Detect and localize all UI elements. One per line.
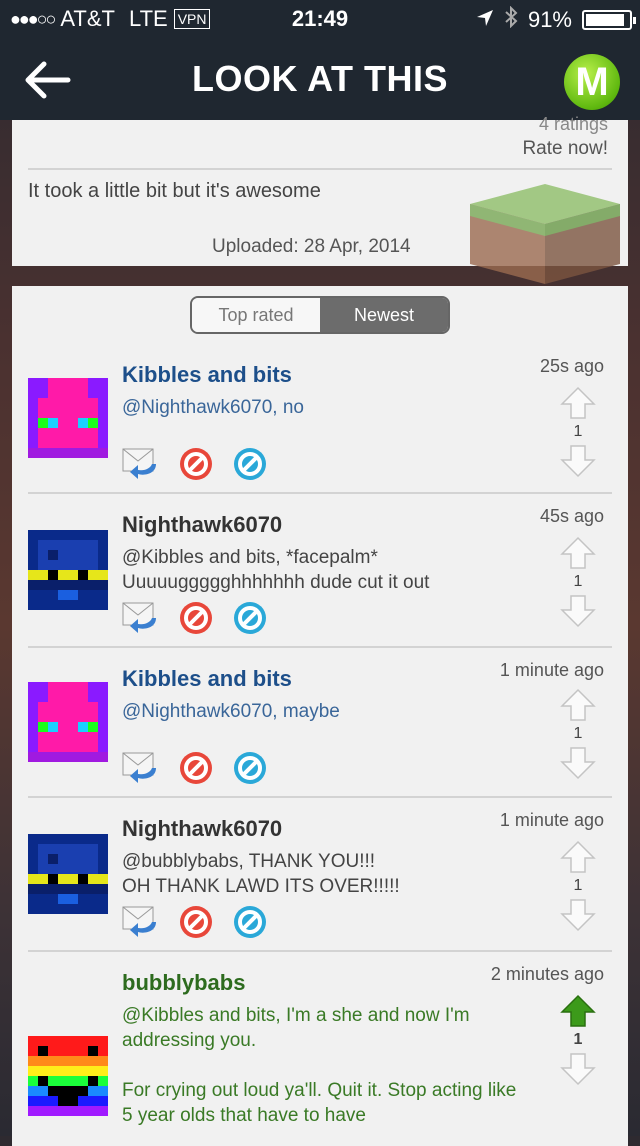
report-icon[interactable]	[178, 904, 214, 940]
vote-count: 1	[573, 725, 583, 742]
downvote-button[interactable]	[560, 746, 596, 780]
reply-icon[interactable]	[122, 750, 160, 786]
sort-tabs: Top rated Newest	[190, 296, 450, 334]
vote-control: 1	[558, 536, 598, 628]
avatar[interactable]	[28, 682, 108, 762]
comment-time: 45s ago	[539, 506, 604, 526]
bluetooth-icon	[504, 5, 518, 34]
downvote-button[interactable]	[560, 898, 596, 932]
comment-time: 25s ago	[539, 356, 604, 376]
divider	[28, 950, 612, 952]
reply-icon[interactable]	[122, 600, 160, 636]
report-icon[interactable]	[178, 446, 214, 482]
comment-time: 2 minutes ago	[490, 964, 604, 984]
avatar[interactable]	[28, 1036, 108, 1116]
comment-text: @Nighthawk6070, no	[122, 397, 304, 418]
battery-percent: 91%	[527, 7, 572, 32]
comment-actions	[122, 904, 268, 940]
upload-date: Uploaded: 28 Apr, 2014	[212, 236, 411, 257]
comment-text: @Kibbles and bits, *facepalm* Uuuuuggggg…	[122, 547, 430, 593]
divider	[28, 168, 612, 170]
block-icon[interactable]	[232, 750, 268, 786]
avatar[interactable]	[28, 378, 108, 458]
downvote-button[interactable]	[560, 594, 596, 628]
tab-top-rated[interactable]: Top rated	[192, 298, 320, 332]
comment-author[interactable]: Nighthawk6070	[122, 512, 282, 538]
comment-actions	[122, 600, 268, 636]
comment-text: @Nighthawk6070, maybe	[122, 701, 340, 722]
upvote-button[interactable]	[560, 994, 596, 1028]
vote-control: 1	[558, 386, 598, 478]
avatar[interactable]	[28, 834, 108, 914]
vote-control: 1	[558, 840, 598, 932]
comment-text: @Kibbles and bits, I'm a she and now I'm…	[122, 1005, 517, 1126]
upvote-button[interactable]	[560, 536, 596, 570]
grass-block-thumbnail	[470, 184, 620, 284]
divider	[28, 492, 612, 494]
vote-count: 1	[573, 573, 583, 590]
comment-author[interactable]: Kibbles and bits	[122, 362, 292, 388]
upvote-button[interactable]	[560, 386, 596, 420]
vote-control: 1	[558, 688, 598, 780]
ratings-count: 4 ratings	[538, 114, 608, 134]
comment-time: 1 minute ago	[499, 660, 604, 680]
top-bar: ●●●○○ AT&T LTE VPN 21:49 91% LOOK AT THI…	[0, 0, 640, 120]
vote-count: 1	[573, 877, 583, 894]
location-icon	[476, 7, 494, 33]
vote-control: 1	[558, 994, 598, 1086]
battery-icon	[582, 10, 636, 30]
page-title: LOOK AT THIS	[192, 58, 448, 99]
avatar[interactable]	[28, 530, 108, 610]
comment-actions	[122, 750, 268, 786]
upvote-button[interactable]	[560, 840, 596, 874]
rate-now-link[interactable]: Rate now!	[522, 138, 608, 160]
vote-count: 1	[573, 423, 583, 440]
block-icon[interactable]	[232, 904, 268, 940]
block-icon[interactable]	[232, 600, 268, 636]
comment-author[interactable]: Kibbles and bits	[122, 666, 292, 692]
app-logo[interactable]: M	[564, 54, 620, 110]
divider	[28, 796, 612, 798]
reply-icon[interactable]	[122, 904, 160, 940]
upload-info-card: 4 ratings Rate now! It took a little bit…	[12, 114, 628, 284]
downvote-button[interactable]	[560, 444, 596, 478]
comments-card: Top rated Newest Kibbles and bits @Night…	[12, 286, 628, 1146]
comment-author[interactable]: Nighthawk6070	[122, 816, 282, 842]
comment-actions	[122, 446, 268, 482]
block-icon[interactable]	[232, 446, 268, 482]
report-icon[interactable]	[178, 750, 214, 786]
comment-text: @bubblybabs, THANK YOU!!! OH THANK LAWD …	[122, 851, 400, 897]
tab-newest[interactable]: Newest	[320, 298, 448, 332]
reply-icon[interactable]	[122, 446, 160, 482]
report-icon[interactable]	[178, 600, 214, 636]
divider	[28, 646, 612, 648]
upload-description: It took a little bit but it's awesome	[28, 180, 321, 202]
upvote-button[interactable]	[560, 688, 596, 722]
status-bar: ●●●○○ AT&T LTE VPN 21:49 91%	[0, 5, 640, 36]
comment-author[interactable]: bubblybabs	[122, 970, 245, 996]
comment-time: 1 minute ago	[499, 810, 604, 830]
downvote-button[interactable]	[560, 1052, 596, 1086]
vote-count: 1	[573, 1031, 583, 1048]
